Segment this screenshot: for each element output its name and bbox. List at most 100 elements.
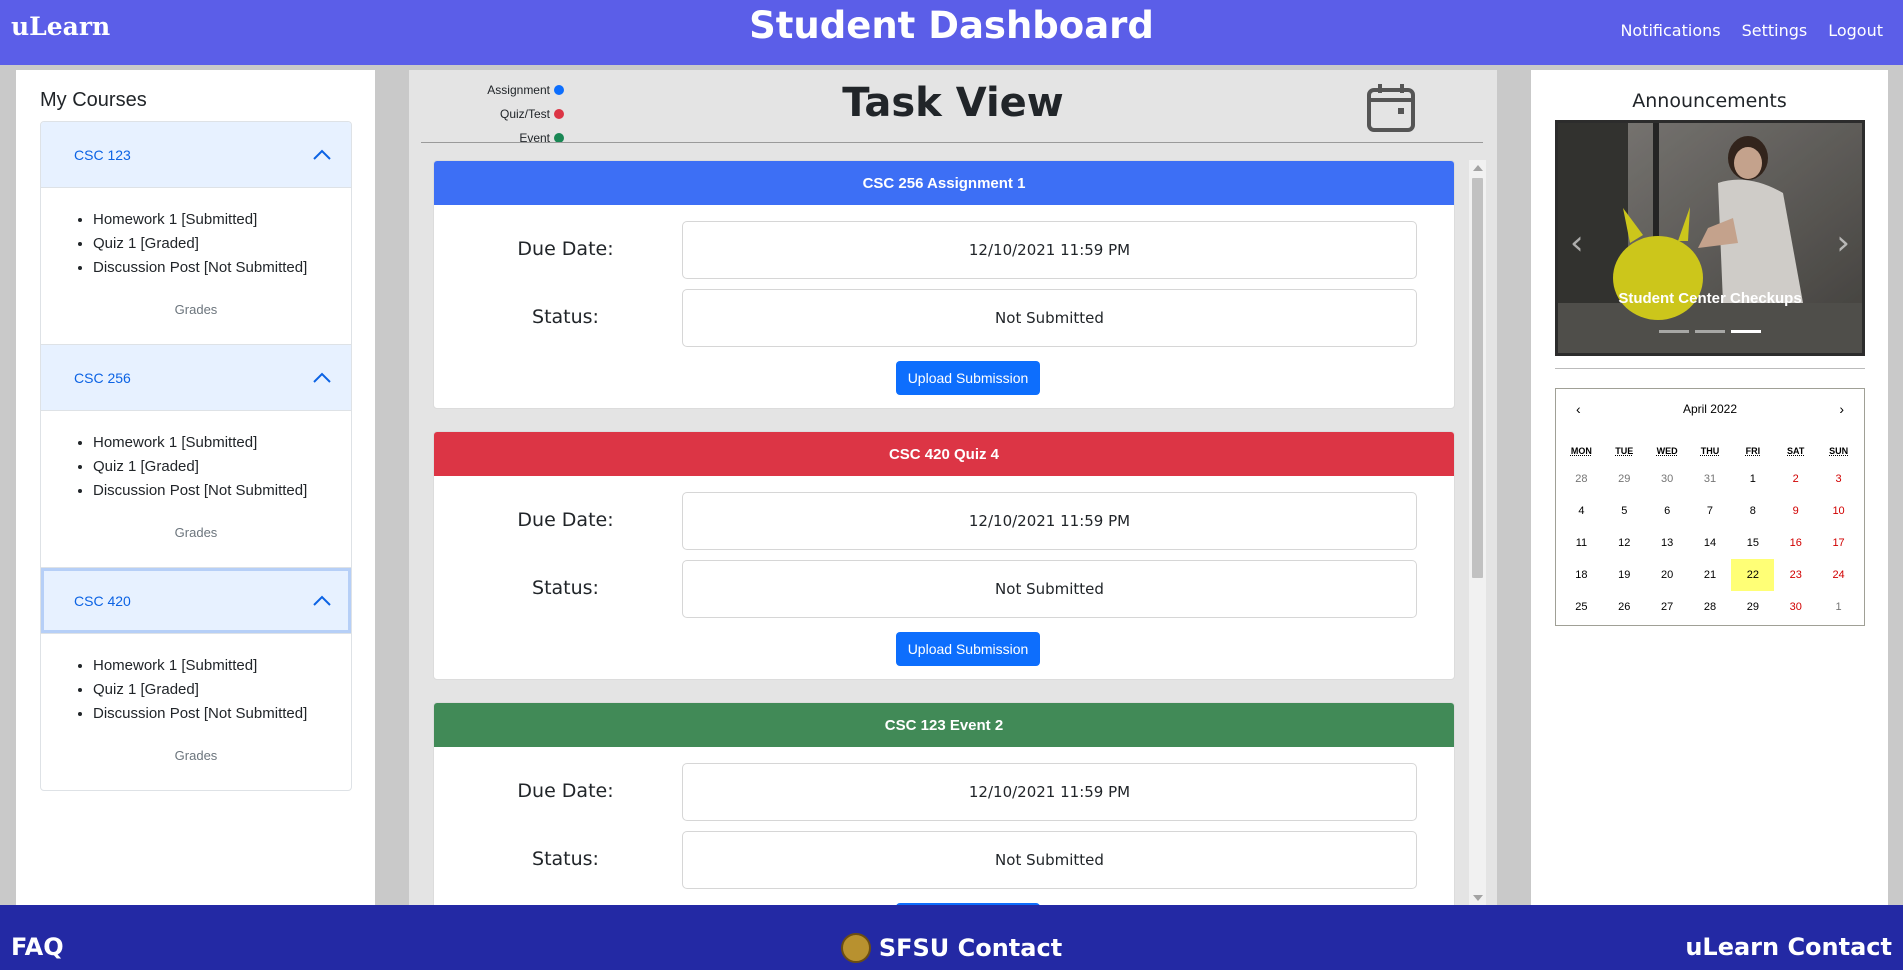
- calendar-day[interactable]: 26: [1603, 591, 1646, 623]
- calendar-day[interactable]: 20: [1646, 559, 1689, 591]
- task-scrollbar[interactable]: [1469, 160, 1486, 905]
- calendar-day[interactable]: 5: [1603, 495, 1646, 527]
- upload-submission-button[interactable]: Upload Submission: [896, 632, 1040, 666]
- calendar-day[interactable]: 13: [1646, 527, 1689, 559]
- calendar-day[interactable]: 31: [1689, 463, 1732, 495]
- calendar-day[interactable]: 17: [1817, 527, 1860, 559]
- calendar-day[interactable]: 21: [1689, 559, 1732, 591]
- calendar-day[interactable]: 19: [1603, 559, 1646, 591]
- scroll-thumb[interactable]: [1472, 178, 1483, 578]
- month-calendar: ‹ April 2022 › MON TUE WED THU FRI SAT SUN 28 2…: [1555, 388, 1865, 626]
- due-value: 12/10/2021 11:59 PM: [682, 221, 1417, 279]
- calendar-day[interactable]: 25: [1560, 591, 1603, 623]
- carousel-indicator[interactable]: [1659, 330, 1689, 333]
- task-card: CSC 256 Assignment 1 Due Date: 12/10/202…: [433, 160, 1455, 409]
- course-header-csc256[interactable]: CSC 256: [41, 345, 351, 411]
- carousel-indicator-active[interactable]: [1731, 330, 1761, 333]
- calendar-day[interactable]: 12: [1603, 527, 1646, 559]
- list-item: Quiz 1 [Graded]: [93, 455, 331, 479]
- calendar-day[interactable]: 29: [1603, 463, 1646, 495]
- task-list-scroll[interactable]: CSC 256 Assignment 1 Due Date: 12/10/202…: [433, 160, 1457, 905]
- calendar-icon[interactable]: [1365, 82, 1417, 134]
- calendar-day[interactable]: 29: [1731, 591, 1774, 623]
- calendar-day[interactable]: 1: [1731, 463, 1774, 495]
- announcements-panel: Announcements ‹ › Student Center Checkup…: [1531, 70, 1888, 905]
- calendar-day[interactable]: 16: [1774, 527, 1817, 559]
- scroll-down-icon[interactable]: [1473, 895, 1483, 901]
- task-card: CSC 420 Quiz 4 Due Date: 12/10/2021 11:5…: [433, 431, 1455, 680]
- calendar-day[interactable]: 1: [1817, 591, 1860, 623]
- calendar-day[interactable]: 7: [1689, 495, 1732, 527]
- calendar-day[interactable]: 27: [1646, 591, 1689, 623]
- calendar-day[interactable]: 28: [1689, 591, 1732, 623]
- list-item: Homework 1 [Submitted]: [93, 431, 331, 455]
- list-item: Discussion Post [Not Submitted]: [93, 479, 331, 503]
- next-month-button[interactable]: ›: [1839, 401, 1844, 417]
- calendar-day[interactable]: 2: [1774, 463, 1817, 495]
- carousel-caption: Student Center Checkups: [1618, 290, 1802, 307]
- calendar-day[interactable]: 18: [1560, 559, 1603, 591]
- status-value: Not Submitted: [682, 560, 1417, 618]
- calendar-day[interactable]: 23: [1774, 559, 1817, 591]
- calendar-day[interactable]: 9: [1774, 495, 1817, 527]
- calendar-day[interactable]: 28: [1560, 463, 1603, 495]
- grades-link[interactable]: Grades: [41, 302, 351, 317]
- app-logo[interactable]: uLearn: [11, 12, 110, 41]
- course-name: CSC 123: [74, 146, 131, 163]
- list-item: Homework 1 [Submitted]: [93, 208, 331, 232]
- carousel-indicator[interactable]: [1695, 330, 1725, 333]
- logout-link[interactable]: Logout: [1828, 21, 1883, 40]
- task-card: CSC 123 Event 2 Due Date: 12/10/2021 11:…: [433, 702, 1455, 905]
- sfsu-contact-label: SFSU Contact: [878, 934, 1063, 962]
- list-item: Homework 1 [Submitted]: [93, 654, 331, 678]
- scroll-up-icon[interactable]: [1473, 165, 1483, 171]
- chevron-up-icon: [313, 149, 331, 160]
- settings-link[interactable]: Settings: [1742, 21, 1808, 40]
- calendar-day[interactable]: 30: [1774, 591, 1817, 623]
- status-row: Status: Not Submitted: [434, 560, 1454, 618]
- course-body: Homework 1 [Submitted] Quiz 1 [Graded] D…: [41, 188, 351, 344]
- due-row: Due Date: 12/10/2021 11:59 PM: [434, 221, 1454, 279]
- calendar-day[interactable]: 14: [1689, 527, 1732, 559]
- calendar-day[interactable]: 6: [1646, 495, 1689, 527]
- due-value: 12/10/2021 11:59 PM: [682, 763, 1417, 821]
- prev-month-button[interactable]: ‹: [1576, 401, 1581, 417]
- course-header-csc123[interactable]: CSC 123: [41, 122, 351, 188]
- task-title: CSC 420 Quiz 4: [434, 432, 1454, 476]
- calendar-day[interactable]: 24: [1817, 559, 1860, 591]
- announcement-image: [1558, 123, 1862, 353]
- task-title: CSC 256 Assignment 1: [434, 161, 1454, 205]
- due-label: Due Date:: [517, 780, 614, 802]
- chevron-up-icon: [313, 595, 331, 606]
- grades-link[interactable]: Grades: [41, 748, 351, 763]
- course-body: Homework 1 [Submitted] Quiz 1 [Graded] D…: [41, 411, 351, 567]
- calendar-day[interactable]: 15: [1731, 527, 1774, 559]
- announcements-heading: Announcements: [1632, 90, 1787, 112]
- weekday-header: MON TUE WED THU FRI SAT SUN: [1556, 439, 1864, 463]
- notifications-link[interactable]: Notifications: [1620, 21, 1720, 40]
- announcement-carousel: ‹ › Student Center Checkups: [1555, 120, 1865, 356]
- calendar-day[interactable]: 3: [1817, 463, 1860, 495]
- month-label[interactable]: April 2022: [1683, 402, 1737, 416]
- grades-link[interactable]: Grades: [41, 525, 351, 540]
- task-view-panel: Assignment Quiz/Test Event Task View CSC…: [409, 70, 1497, 905]
- sfsu-contact-link[interactable]: SFSU Contact: [0, 933, 1903, 963]
- course-body: Homework 1 [Submitted] Quiz 1 [Graded] D…: [41, 634, 351, 790]
- calendar-days: 28 29 30 31 1 2 3 4 5 6 7 8 9 10 11 12 13 14 15 16 17 18 19 20 2…: [1556, 463, 1864, 623]
- calendar-day[interactable]: 11: [1560, 527, 1603, 559]
- status-value: Not Submitted: [682, 289, 1417, 347]
- chevron-right-icon[interactable]: ›: [1836, 223, 1850, 263]
- weekday-label: TUE: [1615, 446, 1634, 456]
- calendar-day[interactable]: 8: [1731, 495, 1774, 527]
- calendar-day-today[interactable]: 22: [1731, 559, 1775, 591]
- list-item: Discussion Post [Not Submitted]: [93, 256, 331, 280]
- calendar-day[interactable]: 30: [1646, 463, 1689, 495]
- ulearn-contact-link[interactable]: uLearn Contact: [1685, 933, 1892, 961]
- chevron-left-icon[interactable]: ‹: [1570, 223, 1584, 263]
- course-header-csc420[interactable]: CSC 420: [41, 568, 351, 634]
- calendar-day[interactable]: 4: [1560, 495, 1603, 527]
- upload-submission-button[interactable]: Upload Submission: [896, 361, 1040, 395]
- task-view-title: Task View: [842, 80, 1064, 126]
- weekday-label: MON: [1570, 446, 1592, 456]
- calendar-day[interactable]: 10: [1817, 495, 1860, 527]
